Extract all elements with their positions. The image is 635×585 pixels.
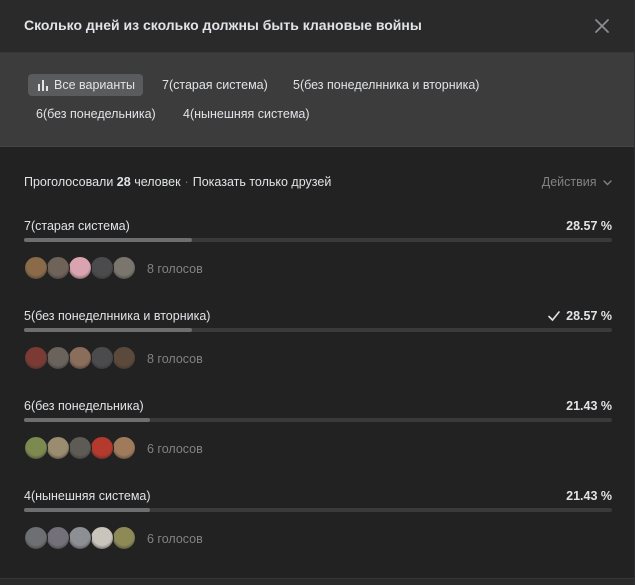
poll-option[interactable]: 5(без понеделнника и вторника) 28.57 % 8 г… bbox=[24, 309, 612, 379]
avatar[interactable] bbox=[68, 526, 92, 550]
progress-fill bbox=[24, 508, 150, 512]
actions-label: Действия bbox=[541, 175, 597, 189]
close-button[interactable] bbox=[590, 14, 614, 38]
avatar[interactable] bbox=[24, 436, 48, 460]
show-friends-link[interactable]: Показать только друзей bbox=[193, 175, 332, 189]
avatar[interactable] bbox=[24, 256, 48, 280]
avatar[interactable] bbox=[90, 346, 114, 370]
filter-option-1[interactable]: 7(старая система) bbox=[154, 74, 276, 96]
separator-dot: · bbox=[184, 175, 189, 189]
poll-results: Проголосовали 28 человек · Показать только… bbox=[0, 147, 634, 585]
avatar[interactable] bbox=[90, 256, 114, 280]
bottom-edge bbox=[0, 578, 634, 585]
avatar[interactable] bbox=[24, 346, 48, 370]
bar-chart-icon bbox=[38, 80, 48, 91]
avatar[interactable] bbox=[90, 436, 114, 460]
modal-header: Сколько дней из сколько должны быть клан… bbox=[0, 0, 634, 53]
filter-all[interactable]: Все варианты bbox=[28, 74, 143, 96]
progress-track bbox=[24, 418, 612, 422]
poll-title: Сколько дней из сколько должны быть клан… bbox=[24, 17, 422, 33]
chevron-down-icon bbox=[603, 180, 612, 186]
progress-fill bbox=[24, 418, 150, 422]
option-label: 7(старая система) bbox=[24, 219, 130, 233]
option-percent: 21.43 % bbox=[566, 399, 612, 413]
avatar[interactable] bbox=[68, 436, 92, 460]
poll-modal: Сколько дней из сколько должны быть клан… bbox=[0, 0, 635, 585]
filter-option-4[interactable]: 4(нынешняя система) bbox=[175, 103, 318, 125]
avatar[interactable] bbox=[90, 526, 114, 550]
vote-count[interactable]: 8 голосов bbox=[147, 352, 203, 366]
progress-fill bbox=[24, 328, 192, 332]
option-label: 5(без понеделнника и вторника) bbox=[24, 309, 211, 323]
avatar[interactable] bbox=[46, 526, 70, 550]
filter-chips: Все варианты 7(старая система) 5(без пон… bbox=[0, 53, 634, 147]
poll-option[interactable]: 4(нынешняя система) 21.43 % 6 голосов bbox=[24, 489, 612, 559]
option-percent: 28.57 % bbox=[566, 309, 612, 323]
vote-count[interactable]: 6 голосов bbox=[147, 532, 203, 546]
avatar[interactable] bbox=[46, 436, 70, 460]
avatar[interactable] bbox=[68, 256, 92, 280]
avatar[interactable] bbox=[112, 526, 136, 550]
filter-option-3[interactable]: 6(без понедельника) bbox=[28, 103, 164, 125]
avatar[interactable] bbox=[24, 526, 48, 550]
option-label: 4(нынешняя система) bbox=[24, 489, 151, 503]
poll-option[interactable]: 6(без понедельника) 21.43 % 6 голосов bbox=[24, 399, 612, 469]
option-percent: 28.57 % bbox=[566, 219, 612, 233]
progress-track bbox=[24, 328, 612, 332]
avatar[interactable] bbox=[46, 256, 70, 280]
option-label: 6(без понедельника) bbox=[24, 399, 144, 413]
vote-count[interactable]: 6 голосов bbox=[147, 442, 203, 456]
option-percent: 21.43 % bbox=[566, 489, 612, 503]
avatar[interactable] bbox=[112, 436, 136, 460]
summary-suffix: человек bbox=[134, 175, 181, 189]
progress-track bbox=[24, 508, 612, 512]
progress-fill bbox=[24, 238, 192, 242]
filter-option-2[interactable]: 5(без понеделнника и вторника) bbox=[285, 74, 487, 96]
voted-check-icon bbox=[548, 311, 560, 322]
progress-track bbox=[24, 238, 612, 242]
vote-summary: Проголосовали 28 человек · Показать только… bbox=[24, 175, 331, 189]
poll-option[interactable]: 7(старая система) 28.57 % 8 голосов bbox=[24, 219, 612, 289]
voter-count: 28 bbox=[116, 175, 131, 189]
actions-dropdown[interactable]: Действия bbox=[542, 175, 612, 189]
summary-prefix: Проголосовали bbox=[24, 175, 114, 189]
avatar[interactable] bbox=[112, 346, 136, 370]
close-icon bbox=[595, 19, 609, 33]
vote-count[interactable]: 8 голосов bbox=[147, 262, 203, 276]
avatar[interactable] bbox=[68, 346, 92, 370]
avatar[interactable] bbox=[112, 256, 136, 280]
filter-label: Все варианты bbox=[54, 78, 135, 92]
avatar[interactable] bbox=[46, 346, 70, 370]
